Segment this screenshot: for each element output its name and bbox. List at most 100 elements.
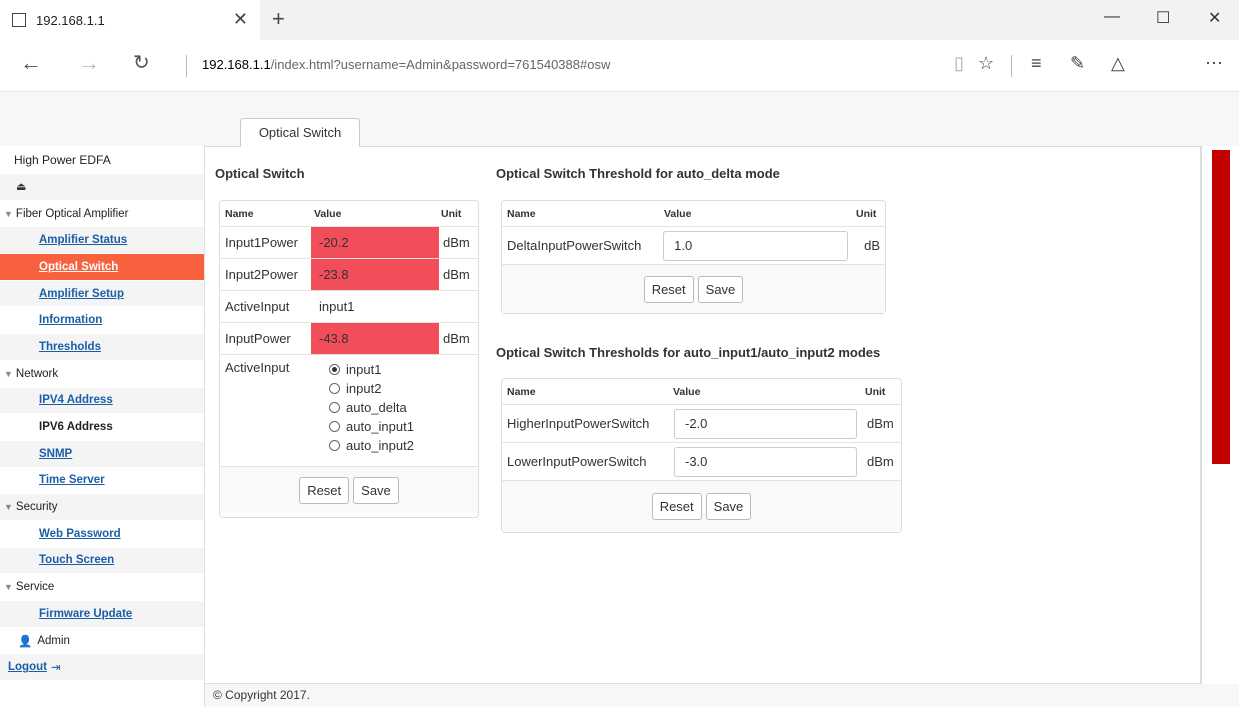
radio-label: input1 bbox=[346, 362, 382, 377]
close-tab-icon[interactable]: ✕ bbox=[233, 9, 248, 30]
sidebar-item-information[interactable]: Information bbox=[0, 307, 204, 335]
forward-icon[interactable]: → bbox=[78, 50, 100, 76]
col-unit: Unit bbox=[865, 385, 886, 398]
close-window-icon[interactable]: ✕ bbox=[1208, 8, 1221, 28]
footer-copyright: © Copyright 2017. bbox=[205, 684, 1239, 707]
device-title: High Power EDFA bbox=[14, 153, 111, 167]
sidebar-link[interactable]: SNMP bbox=[39, 448, 72, 460]
radio-icon[interactable] bbox=[329, 421, 340, 432]
sidebar-item-optical-switch[interactable]: Optical Switch bbox=[0, 254, 204, 281]
sidebar-group-service[interactable]: ▼ Service bbox=[0, 574, 204, 601]
save-button[interactable]: Save bbox=[705, 492, 752, 520]
radio-icon[interactable] bbox=[329, 402, 340, 413]
input-power-value: -43.8 bbox=[311, 323, 439, 354]
sidebar-item-firmware-update[interactable]: Firmware Update bbox=[0, 601, 204, 628]
active-input-value: input1 bbox=[319, 299, 355, 314]
sidebar-link[interactable]: Amplifier Status bbox=[39, 234, 127, 246]
radio-auto-input2[interactable]: auto_input2 bbox=[329, 436, 414, 455]
hub-icon[interactable]: ≡ bbox=[1031, 53, 1042, 74]
radio-input1[interactable]: input1 bbox=[329, 360, 414, 379]
new-tab-icon[interactable]: + bbox=[272, 6, 285, 32]
radio-auto-delta[interactable]: auto_delta bbox=[329, 398, 414, 417]
radio-icon[interactable] bbox=[329, 383, 340, 394]
divider bbox=[1011, 55, 1012, 77]
sidebar-link[interactable]: Touch Screen bbox=[39, 554, 114, 566]
web-note-icon[interactable]: ✎ bbox=[1070, 53, 1085, 74]
radio-label: auto_input1 bbox=[346, 419, 414, 434]
sidebar-item-ipv4[interactable]: IPV4 Address bbox=[0, 387, 204, 415]
reset-button[interactable]: Reset bbox=[299, 476, 350, 504]
sidebar-group-security[interactable]: ▼ Security bbox=[0, 494, 204, 521]
table-header: Name Value Unit bbox=[220, 201, 478, 227]
row-unit: dBm bbox=[443, 331, 470, 346]
sidebar-link[interactable]: Thresholds bbox=[39, 341, 101, 353]
sidebar-item-web-password[interactable]: Web Password bbox=[0, 521, 204, 548]
sidebar-item-amplifier-status[interactable]: Amplifier Status bbox=[0, 227, 204, 255]
browser-tab-bar: 192.168.1.1 ✕ + — ☐ ✕ bbox=[0, 0, 1239, 40]
row-name: LowerInputPowerSwitch bbox=[507, 454, 647, 469]
alarm-indicator-bar bbox=[1212, 150, 1230, 464]
more-icon[interactable]: ⋯ bbox=[1205, 53, 1223, 74]
radio-checked-icon[interactable] bbox=[329, 364, 340, 375]
col-name: Name bbox=[225, 207, 254, 220]
sidebar-item-thresholds[interactable]: Thresholds bbox=[0, 334, 204, 361]
radio-icon[interactable] bbox=[329, 440, 340, 451]
share-icon[interactable]: △ bbox=[1111, 53, 1125, 74]
sidebar-link[interactable]: Firmware Update bbox=[39, 608, 132, 620]
col-value: Value bbox=[673, 385, 701, 398]
maximize-icon[interactable]: ☐ bbox=[1156, 8, 1170, 28]
back-icon[interactable]: ← bbox=[20, 50, 42, 76]
row-name: HigherInputPowerSwitch bbox=[507, 416, 650, 431]
lower-input-power-switch-field[interactable]: -3.0 bbox=[674, 446, 857, 477]
sidebar-item-time-server[interactable]: Time Server bbox=[0, 468, 204, 495]
address-bar[interactable]: 192.168.1.1/index.html?username=Admin&pa… bbox=[202, 57, 610, 72]
sidebar-item-touch-screen[interactable]: Touch Screen bbox=[0, 547, 204, 575]
col-unit: Unit bbox=[856, 207, 877, 220]
reset-button[interactable]: Reset bbox=[651, 492, 702, 520]
row-name: ActiveInput bbox=[225, 360, 290, 375]
refresh-icon[interactable]: ↻ bbox=[133, 50, 150, 75]
active-input-radio-group: input1 input2 auto_delta auto_input1 aut… bbox=[329, 360, 414, 455]
sidebar-link[interactable]: Web Password bbox=[39, 528, 121, 540]
favorite-star-icon[interactable]: ☆ bbox=[978, 53, 994, 74]
browser-tab[interactable]: 192.168.1.1 ✕ bbox=[0, 0, 260, 40]
delta-threshold-title: Optical Switch Threshold for auto_delta … bbox=[496, 166, 780, 181]
radio-input2[interactable]: input2 bbox=[329, 379, 414, 398]
reset-button[interactable]: Reset bbox=[643, 275, 694, 303]
sidebar-logout[interactable]: Logout ⇥ bbox=[0, 654, 204, 682]
sidebar-item-snmp[interactable]: SNMP bbox=[0, 440, 204, 468]
row-unit: dB bbox=[864, 238, 880, 253]
sidebar-admin: 👤 Admin bbox=[0, 628, 204, 655]
sidebar-item-amplifier-setup[interactable]: Amplifier Setup bbox=[0, 280, 204, 308]
sidebar-link[interactable]: Information bbox=[39, 314, 102, 326]
radio-auto-input1[interactable]: auto_input1 bbox=[329, 417, 414, 436]
row-unit: dBm bbox=[867, 416, 894, 431]
sidebar-group-fiber[interactable]: ▼ Fiber Optical Amplifier bbox=[0, 201, 204, 228]
tab-optical-switch[interactable]: Optical Switch bbox=[240, 118, 360, 147]
sidebar-group-network[interactable]: ▼ Network bbox=[0, 361, 204, 388]
higher-input-power-switch-field[interactable]: -2.0 bbox=[674, 408, 857, 439]
table-row: InputPower -43.8 dBm bbox=[220, 323, 478, 355]
table-row: HigherInputPowerSwitch -2.0 dBm bbox=[502, 405, 901, 443]
input-thresholds-title: Optical Switch Thresholds for auto_input… bbox=[496, 345, 881, 360]
logout-link[interactable]: Logout bbox=[8, 661, 47, 673]
url-path: /index.html?username=Admin&password=7615… bbox=[270, 57, 611, 72]
sidebar-link[interactable]: Amplifier Setup bbox=[39, 288, 124, 300]
admin-label: Admin bbox=[37, 634, 70, 647]
reading-view-icon[interactable]: ▯ bbox=[954, 53, 964, 74]
delta-input-power-switch-field[interactable]: 1.0 bbox=[663, 230, 849, 261]
sidebar-link[interactable]: IPV4 Address bbox=[39, 394, 113, 406]
sidebar-link[interactable]: Time Server bbox=[39, 474, 105, 486]
sidebar-group-label: Security bbox=[15, 501, 58, 514]
delta-threshold-panel: Name Value Unit DeltaInputPowerSwitch 1.… bbox=[501, 200, 886, 314]
table-header: Name Value Unit bbox=[502, 201, 885, 227]
save-button[interactable]: Save bbox=[697, 275, 744, 303]
sidebar-link[interactable]: Optical Switch bbox=[39, 261, 118, 273]
divider bbox=[186, 55, 187, 77]
optical-switch-panel: Name Value Unit Input1Power -20.2 dBm In… bbox=[219, 200, 479, 518]
chevron-down-icon: ▼ bbox=[4, 582, 13, 593]
minimize-icon[interactable]: — bbox=[1104, 8, 1120, 26]
save-button[interactable]: Save bbox=[353, 476, 399, 504]
chevron-down-icon: ▼ bbox=[4, 502, 13, 513]
row-unit: dBm bbox=[443, 235, 470, 250]
